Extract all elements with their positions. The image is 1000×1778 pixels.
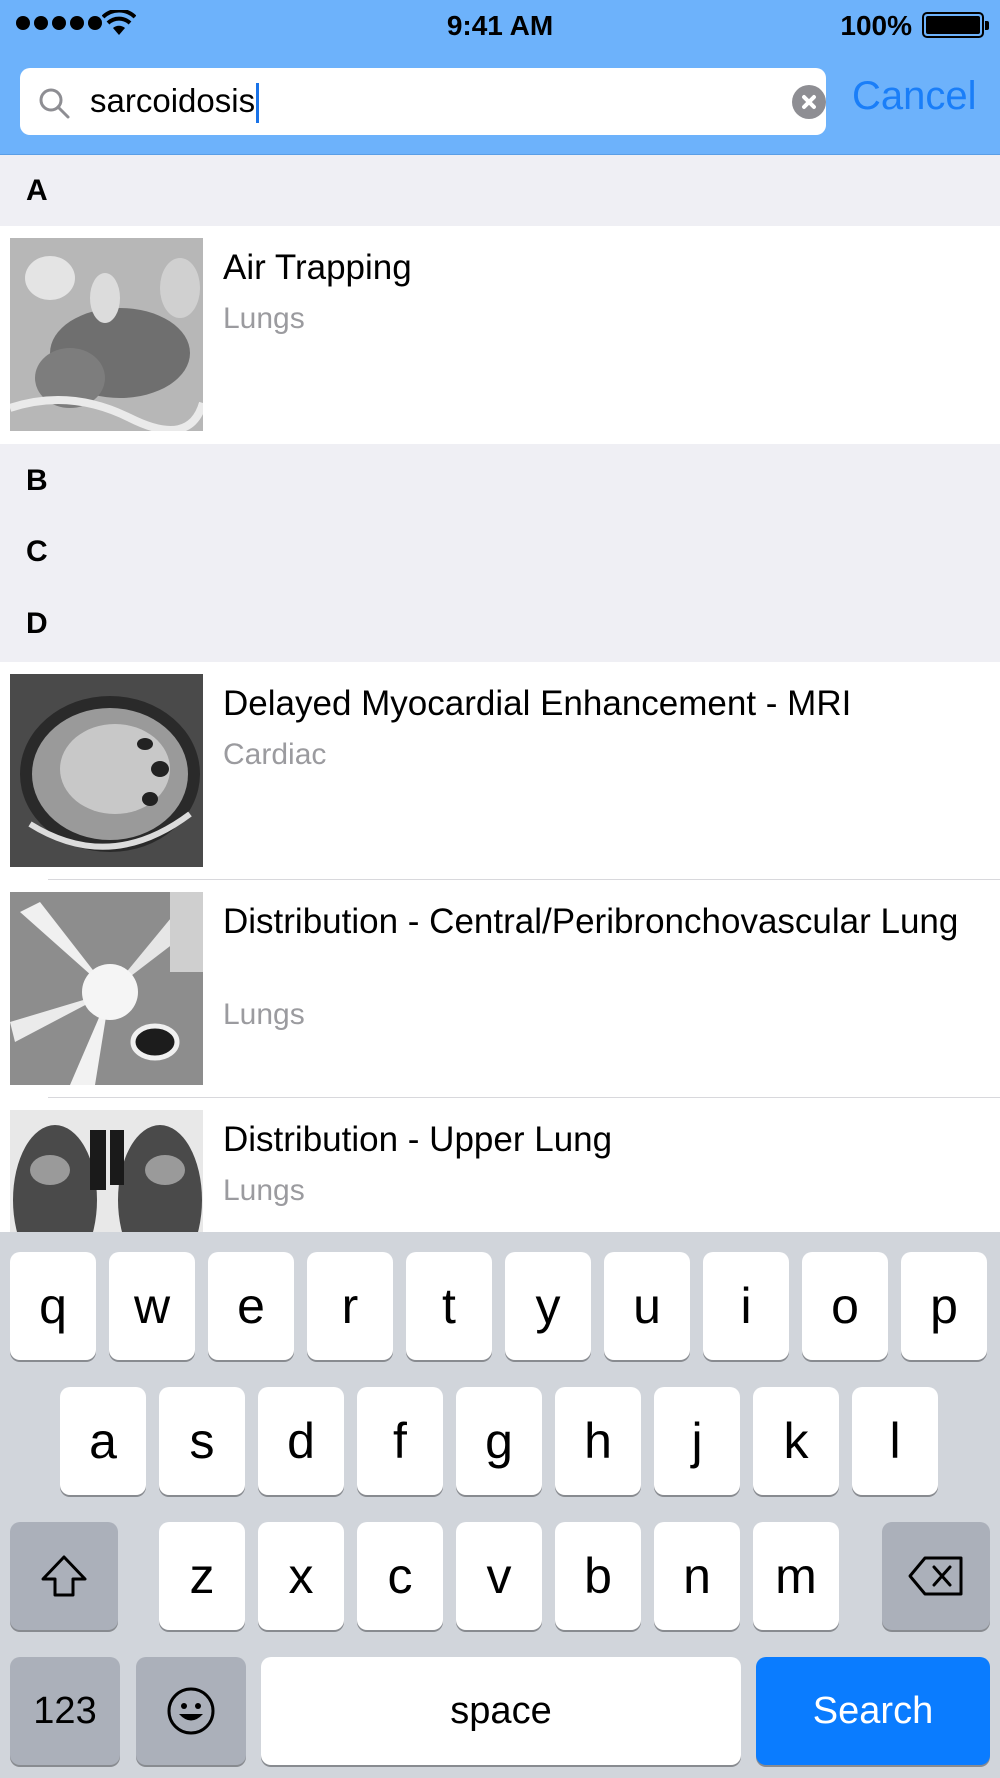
shift-icon (41, 1555, 87, 1597)
list-item[interactable]: Air Trapping Lungs (0, 226, 1000, 444)
numbers-key[interactable]: 123 (10, 1657, 120, 1765)
search-query-text: sarcoidosis (90, 82, 256, 119)
search-input[interactable]: sarcoidosis (90, 80, 260, 124)
backspace-icon (908, 1556, 963, 1596)
section-header-d: D (0, 588, 1000, 662)
search-icon (39, 88, 70, 119)
key-k[interactable]: k (753, 1387, 839, 1495)
result-title: Distribution - Upper Lung (223, 1120, 613, 1159)
key-q[interactable]: q (10, 1252, 96, 1360)
result-category: Lungs (223, 998, 305, 1031)
clear-text-icon[interactable] (792, 85, 826, 119)
delete-key[interactable] (882, 1522, 990, 1630)
list-item[interactable]: Distribution - Upper Lung Lungs (0, 1098, 1000, 1232)
key-t[interactable]: t (406, 1252, 492, 1360)
space-key[interactable]: space (261, 1657, 741, 1765)
section-header-a: A (0, 156, 1000, 226)
key-a[interactable]: a (60, 1387, 146, 1495)
text-cursor (256, 83, 260, 124)
key-g[interactable]: g (456, 1387, 542, 1495)
result-title: Air Trapping (223, 248, 412, 287)
battery-icon (922, 12, 989, 38)
result-category: Lungs (223, 302, 305, 335)
key-w[interactable]: w (109, 1252, 195, 1360)
key-n[interactable]: n (654, 1522, 740, 1630)
list-item[interactable]: Delayed Myocardial Enhancement - MRI Car… (0, 662, 1000, 880)
key-i[interactable]: i (703, 1252, 789, 1360)
key-p[interactable]: p (901, 1252, 987, 1360)
list-item[interactable]: Distribution - Central/Peribronchovascul… (0, 880, 1000, 1098)
key-f[interactable]: f (357, 1387, 443, 1495)
key-b[interactable]: b (555, 1522, 641, 1630)
cardiac-mri-thumbnail (10, 674, 203, 867)
shift-key[interactable] (10, 1522, 118, 1630)
key-r[interactable]: r (307, 1252, 393, 1360)
search-key[interactable]: Search (756, 1657, 990, 1765)
keyboard: q w e r t y u i o p a s d f g h j k l z … (0, 1232, 1000, 1778)
result-title: Delayed Myocardial Enhancement - MRI (223, 684, 852, 723)
navigation-header: 9:41 AM 100% sarcoidosis Cancel (0, 0, 1000, 155)
key-x[interactable]: x (258, 1522, 344, 1630)
key-u[interactable]: u (604, 1252, 690, 1360)
emoji-key[interactable] (136, 1657, 246, 1765)
key-c[interactable]: c (357, 1522, 443, 1630)
key-j[interactable]: j (654, 1387, 740, 1495)
section-header-b: B (0, 444, 1000, 516)
ct-coronal-lung-thumbnail (10, 1110, 203, 1232)
battery-percentage: 100% (840, 10, 912, 41)
result-category: Lungs (223, 1174, 305, 1207)
ct-lung-thumbnail (10, 892, 203, 1085)
key-m[interactable]: m (753, 1522, 839, 1630)
key-s[interactable]: s (159, 1387, 245, 1495)
key-l[interactable]: l (852, 1387, 938, 1495)
key-e[interactable]: e (208, 1252, 294, 1360)
result-title: Distribution - Central/Peribronchovascul… (223, 902, 959, 941)
key-y[interactable]: y (505, 1252, 591, 1360)
cancel-button[interactable]: Cancel (852, 74, 977, 119)
section-header-c: C (0, 516, 1000, 588)
search-field[interactable]: sarcoidosis (20, 68, 826, 135)
emoji-icon (167, 1687, 215, 1735)
key-d[interactable]: d (258, 1387, 344, 1495)
result-category: Cardiac (223, 738, 327, 771)
key-z[interactable]: z (159, 1522, 245, 1630)
key-v[interactable]: v (456, 1522, 542, 1630)
key-h[interactable]: h (555, 1387, 641, 1495)
ct-lung-thumbnail (10, 238, 203, 431)
status-bar: 9:41 AM 100% (0, 0, 1000, 50)
key-o[interactable]: o (802, 1252, 888, 1360)
